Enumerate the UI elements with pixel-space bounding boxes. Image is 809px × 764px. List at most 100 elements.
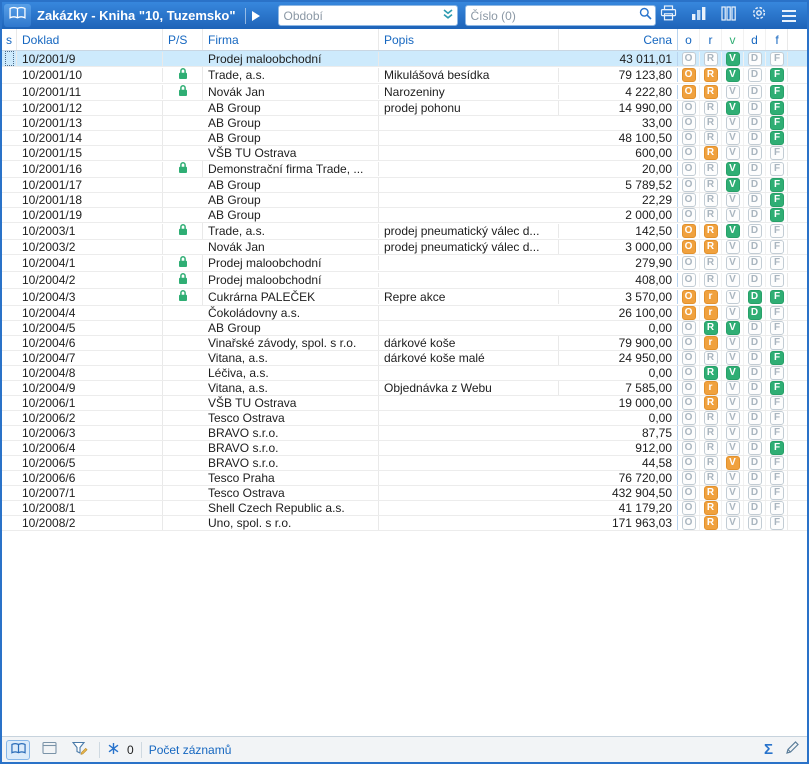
flag-cell: O (678, 396, 700, 410)
cell-firma: Prodej maloobchodní (203, 256, 379, 270)
flag-v-green: V (725, 51, 740, 66)
table-row[interactable]: 10/2004/5 AB Group 0,00 O R V D F (2, 321, 807, 336)
table-row[interactable]: 10/2006/5 BRAVO s.r.o. 44,58 O R V D F (2, 456, 807, 471)
print-button[interactable] (656, 5, 681, 27)
column-header-s[interactable]: s (2, 29, 17, 50)
sum-icon[interactable]: Σ (764, 742, 773, 757)
flag-d-gray: D (747, 240, 762, 254)
flag-o-gray: O (681, 146, 696, 160)
edit-filter-button[interactable] (68, 740, 92, 760)
column-header-flag-o[interactable]: o (678, 29, 700, 50)
column-header-doklad[interactable]: Doklad (17, 29, 163, 50)
column-header-flag-f[interactable]: f (766, 29, 788, 50)
table-row[interactable]: 10/2004/9 Vitana, a.s. Objednávka z Webu 7 … (2, 381, 807, 396)
columns-button[interactable] (716, 5, 741, 27)
table-row[interactable]: 10/2006/3 BRAVO s.r.o. 87,75 O R V D F (2, 426, 807, 441)
flag-v-gray: V (725, 306, 740, 320)
flag-cell: D (744, 146, 766, 160)
flag-cell: V (722, 68, 744, 82)
column-header-firma[interactable]: Firma (203, 29, 379, 50)
search-icon[interactable] (639, 7, 652, 25)
flag-r-gray: R (703, 411, 718, 425)
flag-cell: F (766, 471, 788, 485)
table-row[interactable]: 10/2003/1 Trade, a.s. prodej pneumatický v… (2, 223, 807, 240)
cell-cena: 33,00 (559, 116, 678, 130)
flag-cell: F (766, 456, 788, 470)
table-row[interactable]: 10/2001/14 AB Group 48 100,50 O R V D F (2, 131, 807, 146)
table-row[interactable]: 10/2001/11 Novák Jan Narozeniny 4 222,80 O R V… (2, 84, 807, 101)
column-header-ps[interactable]: P/S (163, 29, 203, 50)
table-row[interactable]: 10/2003/2 Novák Jan prodej pneumatický vál… (2, 240, 807, 255)
book-button[interactable] (4, 4, 31, 27)
flag-cell: F (766, 306, 788, 320)
flag-f-green: F (770, 381, 784, 395)
column-header-flag-d[interactable]: d (744, 29, 766, 50)
table-row[interactable]: 10/2001/12 AB Group prodej pohonu 14 990,00… (2, 101, 807, 116)
flag-v-gray: V (725, 131, 740, 145)
cell-doklad: 10/2004/3 (17, 290, 163, 304)
flag-cell: O (678, 51, 700, 66)
table-row[interactable]: 10/2001/16 Demonstrační firma Trade, ... 2… (2, 161, 807, 178)
column-header-flag-r[interactable]: r (700, 29, 722, 50)
pencil-icon[interactable] (785, 741, 799, 758)
table-row[interactable]: 10/2004/8 Léčiva, a.s. 0,00 O R V D F (2, 366, 807, 381)
table-row[interactable]: 10/2006/2 Tesco Ostrava 0,00 O R V D F (2, 411, 807, 426)
period-input[interactable] (278, 6, 442, 25)
table-row[interactable]: 10/2001/18 AB Group 22,29 O R V D F (2, 193, 807, 208)
chart-button[interactable] (686, 5, 711, 27)
table-row[interactable]: 10/2001/19 AB Group 2 000,00 O R V D F (2, 208, 807, 223)
table-row[interactable]: 10/2007/1 Tesco Ostrava 432 904,50 O R V D F (2, 486, 807, 501)
cell-flags: ORVDF (678, 256, 788, 270)
app-window: Zakázky - Kniha "10, Tuzemsko" Období Čí… (0, 0, 809, 764)
cell-cena: 48 100,50 (559, 131, 678, 145)
flag-o-gray: O (681, 101, 696, 115)
table-row[interactable]: 10/2004/2 Prodej maloobchodní 408,00 O R V D F (2, 272, 807, 289)
flag-r-gray: R (703, 351, 718, 365)
flag-v-green: V (725, 178, 740, 192)
view-card-button[interactable] (37, 740, 61, 760)
flag-cell: F (766, 131, 788, 145)
flag-cell: F (766, 351, 788, 365)
cell-firma: Tesco Praha (203, 471, 379, 485)
table-row[interactable]: 10/2004/6 Vinařské závody, spol. s r.o. dá… (2, 336, 807, 351)
period-dropdown-icon[interactable] (442, 7, 454, 25)
table-row[interactable]: 10/2006/4 BRAVO s.r.o. 912,00 O R V D F (2, 441, 807, 456)
table-row[interactable]: 10/2001/9 Prodej maloobchodní 43 011,01 O R V… (2, 51, 807, 67)
snowflake-icon[interactable] (107, 742, 120, 758)
table-row[interactable]: 10/2008/1 Shell Czech Republic a.s. 41 179… (2, 501, 807, 516)
table-row[interactable]: 10/2001/13 AB Group 33,00 O R V D F (2, 116, 807, 131)
table-row[interactable]: 10/2001/17 AB Group 5 789,52 O R V D F (2, 178, 807, 193)
flag-cell: O (678, 85, 700, 99)
settings-button[interactable] (746, 5, 771, 27)
table-row[interactable]: 10/2006/6 Tesco Praha 76 720,00 O R V D F (2, 471, 807, 486)
lock-icon (177, 223, 189, 239)
column-header-popis[interactable]: Popis (379, 29, 559, 50)
table-row[interactable]: 10/2006/1 VŠB TU Ostrava 19 000,00 O R V D F (2, 396, 807, 411)
view-book-button[interactable] (6, 739, 30, 760)
table-row[interactable]: 10/2004/1 Prodej maloobchodní 279,90 O R V D F (2, 255, 807, 272)
table-row[interactable]: 10/2008/2 Uno, spol. s r.o. 171 963,03 O R V D… (2, 516, 807, 531)
lock-icon (177, 272, 189, 288)
number-search-input[interactable] (465, 6, 639, 25)
menu-button[interactable] (776, 5, 801, 27)
table-row[interactable]: 10/2001/10 Trade, a.s. Mikulášová besídka 7… (2, 67, 807, 84)
cell-firma: Tesco Ostrava (203, 486, 379, 500)
expand-book-button[interactable] (246, 6, 266, 26)
flag-f-gray: F (770, 366, 784, 380)
cell-doklad: 10/2001/9 (17, 51, 163, 66)
table-row[interactable]: 10/2004/3 Cukrárna PALEČEK Repre akce 3 570… (2, 289, 807, 306)
flag-cell: O (678, 256, 700, 270)
table-row[interactable]: 10/2004/7 Vitana, a.s. dárkové koše malé 24… (2, 351, 807, 366)
flag-d-gray: D (747, 146, 762, 160)
flag-r-gray: R (703, 441, 718, 455)
bar-chart-icon (691, 6, 707, 26)
cell-cena: 0,00 (559, 321, 678, 335)
flag-cell: O (678, 224, 700, 238)
table-row[interactable]: 10/2004/4 Čokoládovny a.s. 26 100,00 Or V D F (2, 306, 807, 321)
flag-cell: F (766, 501, 788, 515)
column-header-flag-v[interactable]: v (722, 29, 744, 50)
column-header-cena[interactable]: Cena (559, 29, 678, 50)
header-flags: orvdf (678, 29, 788, 50)
table-row[interactable]: 10/2001/15 VŠB TU Ostrava 600,00 O R V D F (2, 146, 807, 161)
flag-r-orange: R (703, 146, 718, 160)
